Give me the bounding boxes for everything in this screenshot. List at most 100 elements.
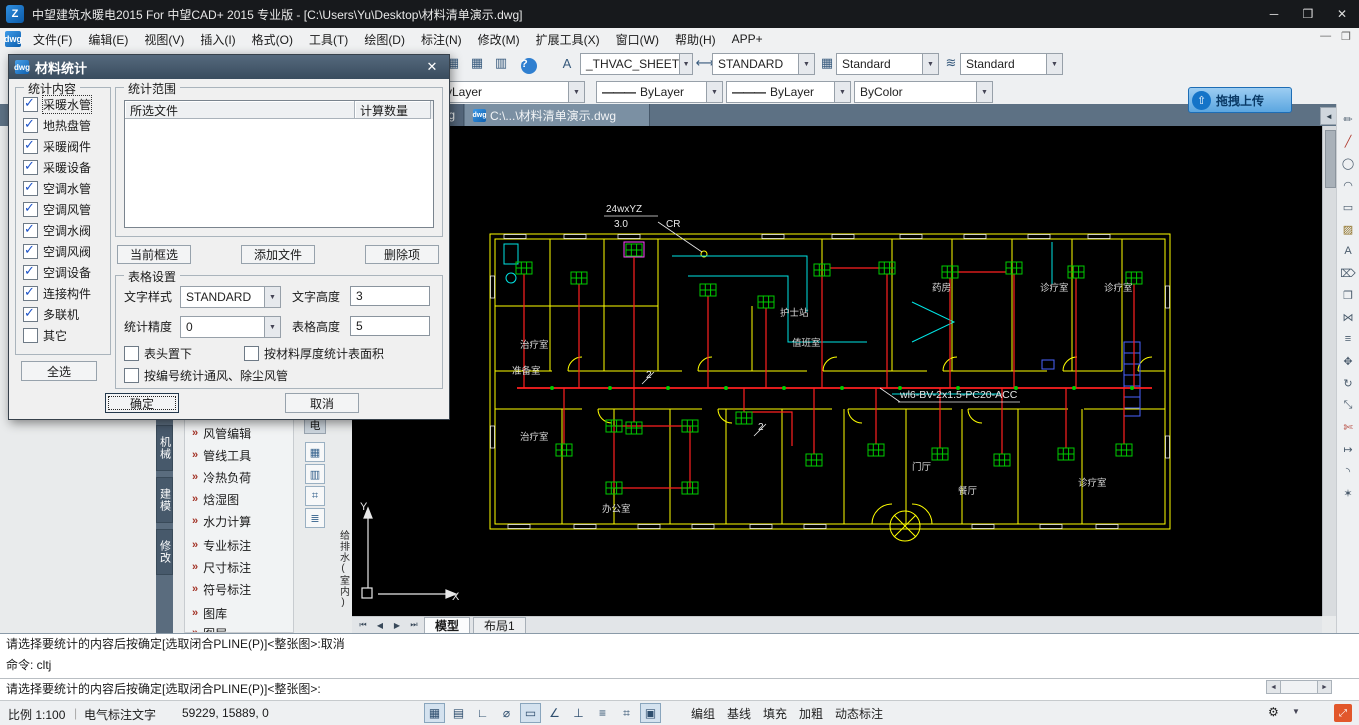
command-prompt[interactable]: 请选择要统计的内容后按确定[选取闭合PLINE(P)]<整张图>: bbox=[0, 678, 1359, 700]
menu-draw[interactable]: 绘图(D) bbox=[356, 29, 413, 50]
ok-button[interactable]: 确定 bbox=[105, 393, 179, 413]
color-combo[interactable]: ———ByLayer ▼ bbox=[596, 81, 723, 103]
mline-style-combo[interactable]: Standard▼ bbox=[960, 53, 1063, 75]
selected-files-list[interactable]: 所选文件 计算数量 bbox=[124, 100, 434, 228]
canvas-vertical-scrollbar[interactable] bbox=[1322, 126, 1336, 616]
menu-express[interactable]: 扩展工具(X) bbox=[528, 29, 608, 50]
rectangle-icon[interactable]: ▭ bbox=[1339, 198, 1357, 216]
mline-style-icon[interactable]: ≋ bbox=[940, 52, 962, 74]
command-line-area[interactable]: 请选择要统计的内容后按确定[选取闭合PLINE(P)]<整张图>:取消 命令: … bbox=[0, 633, 1359, 700]
column-header-files[interactable]: 所选文件 bbox=[125, 101, 355, 119]
snap-toggle-icon[interactable]: ▤ bbox=[448, 703, 469, 723]
dim-style-combo[interactable]: STANDARD▼ bbox=[712, 53, 815, 75]
menu-item-layers[interactable]: »图层 bbox=[185, 623, 293, 633]
current-selection-button[interactable]: 当前框选 bbox=[117, 245, 191, 264]
help-icon[interactable]: ? bbox=[518, 55, 540, 77]
extend-icon[interactable]: ↦ bbox=[1339, 440, 1357, 458]
grid-toggle-icon[interactable]: ▦ bbox=[424, 703, 445, 723]
menu-item-psychrometric[interactable]: »焓湿图 bbox=[185, 489, 293, 509]
elec-palette-icon-1[interactable]: ▦ bbox=[305, 442, 325, 462]
ortho-toggle-icon[interactable]: ∟ bbox=[472, 703, 493, 723]
menu-tools[interactable]: 工具(T) bbox=[301, 29, 356, 50]
linetype-combo[interactable]: ———ByLayer ▼ bbox=[726, 81, 851, 103]
checkbox-other[interactable]: 其它 bbox=[23, 328, 67, 343]
dyn-ucs-toggle-icon[interactable]: ⌗ bbox=[616, 703, 637, 723]
gear-icon[interactable]: ⚙ bbox=[1268, 705, 1279, 719]
checkbox-heating-pipe[interactable]: 采暖水管 bbox=[23, 97, 91, 112]
text-style-combo[interactable]: _THVAC_SHEET▼ bbox=[580, 53, 693, 75]
close-button[interactable]: ✕ bbox=[1325, 0, 1359, 28]
drawing-canvas[interactable]: 治疗室 准备室 治疗室 办公室 护士站 值班室 药房 诊疗室 诊疗室 门厅 餐厅… bbox=[352, 126, 1322, 616]
erase-icon[interactable]: ⌦ bbox=[1339, 264, 1357, 282]
menu-item-dim-annotate[interactable]: »尺寸标注 bbox=[185, 557, 293, 577]
doc-restore-icon[interactable]: ❐ bbox=[1341, 30, 1351, 43]
checkbox-header-bottom[interactable]: 表头置下 bbox=[124, 346, 192, 361]
file-tab-active[interactable]: dwg C:\...\材料清单演示.dwg bbox=[465, 104, 650, 126]
trim-icon[interactable]: ✄ bbox=[1339, 418, 1357, 436]
menu-item-library[interactable]: »图库 bbox=[185, 603, 293, 623]
annotation-mode[interactable]: 电气标注文字 bbox=[84, 706, 156, 723]
group-toggle[interactable]: 编组 bbox=[686, 704, 720, 722]
menu-item-hydraulic-calc[interactable]: »水力计算 bbox=[185, 511, 293, 531]
checkbox-ac-damper[interactable]: 空调风阀 bbox=[23, 244, 91, 259]
maximize-button[interactable]: ❒ bbox=[1291, 0, 1325, 28]
bold-toggle[interactable]: 加粗 bbox=[794, 704, 828, 722]
model-space-icon[interactable]: ▣ bbox=[640, 703, 661, 723]
minimize-button[interactable]: ─ bbox=[1257, 0, 1291, 28]
checkbox-heating-equipment[interactable]: 采暖设备 bbox=[23, 160, 91, 175]
column-header-count[interactable]: 计算数量 bbox=[355, 101, 431, 119]
mirror-icon[interactable]: ⋈ bbox=[1339, 308, 1357, 326]
last-layout-icon[interactable]: ⏭ bbox=[407, 620, 421, 630]
menu-view[interactable]: 视图(V) bbox=[136, 29, 192, 50]
cancel-button[interactable]: 取消 bbox=[285, 393, 359, 413]
checkbox-ac-water-pipe[interactable]: 空调水管 bbox=[23, 181, 91, 196]
checkbox-floor-coil[interactable]: 地热盘管 bbox=[23, 118, 91, 133]
menu-file[interactable]: 文件(F) bbox=[25, 29, 80, 50]
tab-modeling[interactable]: 建模 bbox=[156, 477, 173, 523]
checkbox-connectors[interactable]: 连接构件 bbox=[23, 286, 91, 301]
circle-icon[interactable]: ◯ bbox=[1339, 154, 1357, 172]
table-style-combo[interactable]: Standard▼ bbox=[836, 53, 939, 75]
menu-item-duct-edit[interactable]: »风管编辑 bbox=[185, 423, 293, 443]
tab-model[interactable]: 模型 bbox=[424, 617, 470, 634]
menu-item-load-calc[interactable]: »冷热负荷 bbox=[185, 467, 293, 487]
tab-plumbing[interactable]: 给排水(室内) bbox=[334, 530, 352, 625]
table-style-icon[interactable]: ▦ bbox=[816, 52, 838, 74]
line-icon[interactable]: ╱ bbox=[1339, 132, 1357, 150]
fullscreen-icon[interactable]: ⤢ bbox=[1334, 704, 1352, 722]
checkbox-vrf[interactable]: 多联机 bbox=[23, 307, 79, 322]
tab-mechanical[interactable]: 机械 bbox=[156, 425, 173, 471]
row-height-input[interactable]: 5 bbox=[350, 316, 430, 336]
menu-item-symbol-annotate[interactable]: »符号标注 bbox=[185, 579, 293, 599]
checkbox-ac-water-valve[interactable]: 空调水阀 bbox=[23, 223, 91, 238]
menu-app-plus[interactable]: APP+ bbox=[724, 30, 771, 48]
next-layout-icon[interactable]: ▶ bbox=[390, 621, 404, 630]
baseline-toggle[interactable]: 基线 bbox=[722, 704, 756, 722]
text-style-icon[interactable]: A bbox=[556, 52, 578, 74]
prev-layout-icon[interactable]: ◀ bbox=[373, 621, 387, 630]
elec-palette-icon-3[interactable]: ⌗ bbox=[305, 486, 325, 506]
first-layout-icon[interactable]: ⏮ bbox=[356, 620, 370, 630]
menu-item-pro-annotate[interactable]: »专业标注 bbox=[185, 535, 293, 555]
select-all-button[interactable]: 全选 bbox=[21, 361, 97, 381]
offset-icon[interactable]: ≡ bbox=[1339, 330, 1357, 348]
menu-edit[interactable]: 编辑(E) bbox=[80, 29, 136, 50]
dynamic-dim-toggle[interactable]: 动态标注 bbox=[830, 704, 888, 722]
sheet-view-icon[interactable]: ▦ bbox=[466, 52, 488, 74]
polar-toggle-icon[interactable]: ⌀ bbox=[496, 703, 517, 723]
lineweight-combo[interactable]: ByColor▼ bbox=[854, 81, 993, 103]
checkbox-heating-valve[interactable]: 采暖阀件 bbox=[23, 139, 91, 154]
fillet-icon[interactable]: ◝ bbox=[1339, 462, 1357, 480]
fill-toggle[interactable]: 填充 bbox=[758, 704, 792, 722]
menu-format[interactable]: 格式(O) bbox=[244, 29, 301, 50]
hatch-icon[interactable]: ▨ bbox=[1339, 220, 1357, 238]
otrack-toggle-icon[interactable]: ∠ bbox=[544, 703, 565, 723]
sheet-list-icon[interactable]: ▥ bbox=[490, 52, 512, 74]
status-caret-icon[interactable]: ▼ bbox=[1292, 707, 1300, 716]
delete-item-button[interactable]: 删除项 bbox=[365, 245, 439, 264]
move-icon[interactable]: ✥ bbox=[1339, 352, 1357, 370]
checkbox-by-number[interactable]: 按编号统计通风、除尘风管 bbox=[124, 368, 288, 383]
dialog-text-style-combo[interactable]: STANDARD▼ bbox=[180, 286, 281, 308]
menu-insert[interactable]: 插入(I) bbox=[192, 29, 243, 50]
drag-upload-button[interactable]: ⇧ 拖拽上传 bbox=[1188, 87, 1292, 113]
